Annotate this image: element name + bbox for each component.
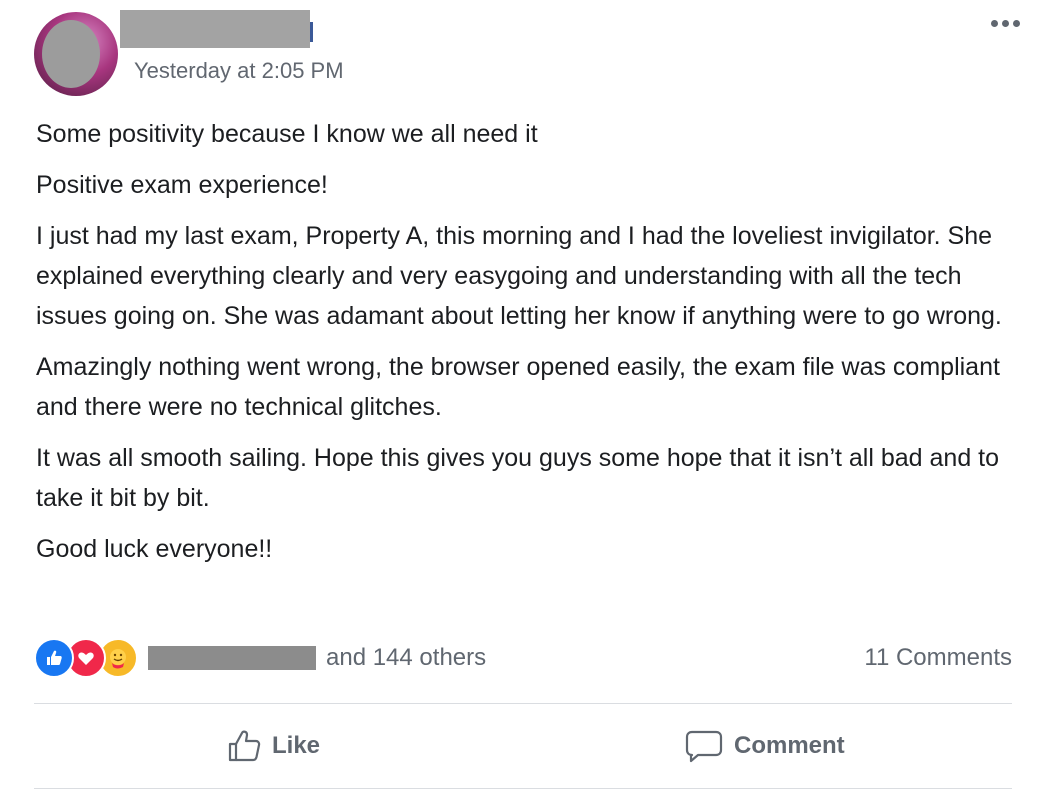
comments-count[interactable]: 11 Comments bbox=[864, 644, 1012, 672]
comment-button[interactable]: Comment bbox=[684, 720, 845, 772]
author-name-redacted[interactable] bbox=[120, 10, 310, 48]
post-paragraph: Positive exam experience! bbox=[36, 171, 328, 199]
post-paragraph: Good luck everyone!! bbox=[36, 535, 273, 563]
comment-button-label: Comment bbox=[734, 732, 845, 759]
like-button-label: Like bbox=[272, 732, 321, 759]
post-paragraph: Some positivity because I know we all ne… bbox=[36, 120, 538, 148]
reactions-others-text[interactable]: and 144 others bbox=[326, 644, 486, 672]
facebook-post: Yesterday at 2:05 PM Some positivity bec… bbox=[0, 0, 1043, 805]
post-paragraph: I just had my last exam, Property A, thi… bbox=[36, 222, 1002, 330]
more-options-icon[interactable] bbox=[982, 6, 1028, 40]
post-body: Some positivity because I know we all ne… bbox=[36, 114, 1021, 580]
thumbs-up-icon bbox=[228, 730, 261, 762]
reactor-names-redacted bbox=[148, 646, 316, 670]
post-paragraph: It was all smooth sailing. Hope this giv… bbox=[36, 444, 1000, 512]
divider bbox=[34, 703, 1012, 704]
avatar-redaction bbox=[42, 20, 100, 88]
author-name-fragment bbox=[310, 22, 313, 42]
avatar[interactable] bbox=[34, 12, 118, 96]
like-reaction-icon bbox=[34, 638, 74, 678]
reactions-summary[interactable]: and 144 others bbox=[34, 636, 486, 680]
like-button[interactable]: Like bbox=[226, 720, 320, 772]
divider bbox=[34, 788, 1012, 789]
post-paragraph: Amazingly nothing went wrong, the browse… bbox=[36, 353, 1000, 421]
post-timestamp[interactable]: Yesterday at 2:05 PM bbox=[134, 58, 344, 84]
comment-bubble-icon bbox=[685, 730, 723, 763]
